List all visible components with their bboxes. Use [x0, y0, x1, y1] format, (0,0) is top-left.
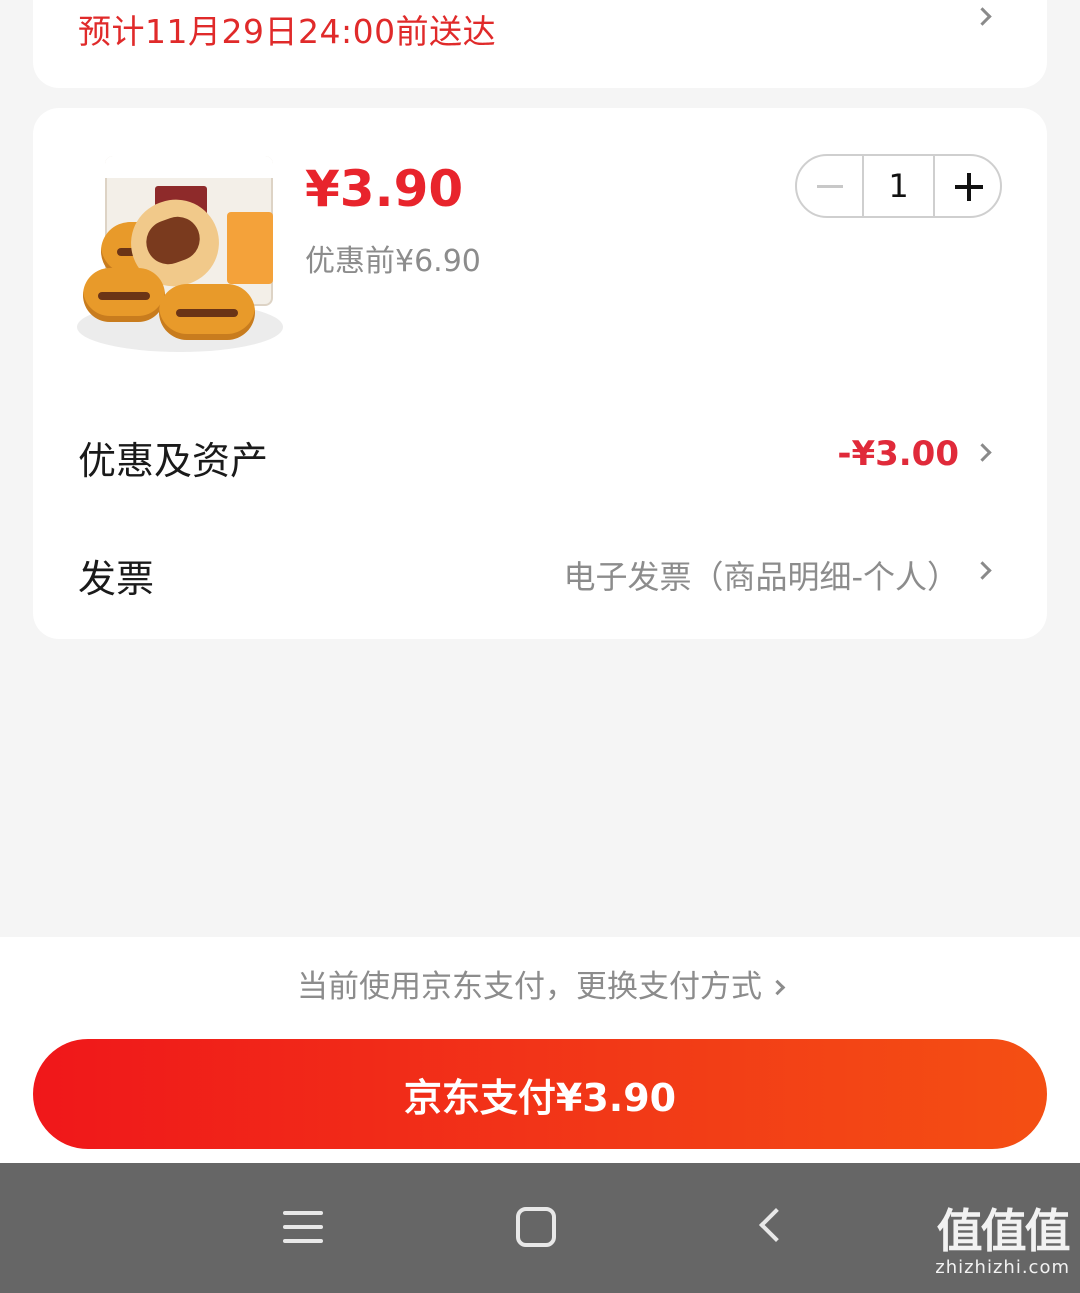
- payment-method-text: 当前使用京东支付，更换支付方式: [297, 969, 762, 1005]
- recent-apps-icon[interactable]: [283, 1209, 323, 1245]
- quantity-value[interactable]: 1: [861, 156, 936, 216]
- watermark-title: 值值值: [936, 1204, 1071, 1258]
- chevron-right-icon: [769, 979, 786, 996]
- watermark: 值值值 zhizhizhi.com: [935, 1205, 1070, 1278]
- plus-icon[interactable]: [935, 156, 1000, 216]
- original-price: 优惠前¥6.90: [305, 244, 481, 279]
- bun: [159, 284, 255, 340]
- package-top: [105, 156, 273, 178]
- back-icon[interactable]: [759, 1208, 793, 1242]
- home-icon[interactable]: [516, 1207, 556, 1247]
- quantity-stepper: 1: [795, 154, 1002, 218]
- invoice-row[interactable]: 发票 电子发票（商品明细-个人）: [33, 530, 1047, 610]
- watermark-url: zhizhizhi.com: [935, 1257, 1070, 1278]
- discount-value: -¥3.00: [837, 434, 959, 474]
- invoice-label: 发票: [78, 557, 155, 601]
- product-card: 千层 ¥3.90 优惠前¥6.90 1 优惠及资产 -¥3.00 发票 电子发票…: [33, 108, 1047, 639]
- chevron-right-icon: [973, 561, 992, 580]
- change-payment-link[interactable]: 当前使用京东支付，更换支付方式: [0, 961, 1080, 1006]
- invoice-value: 电子发票（商品明细-个人）: [563, 558, 959, 596]
- delivery-estimate: 预计11月29日24:00前送达: [78, 12, 497, 51]
- discount-label: 优惠及资产: [78, 439, 269, 483]
- bun: [83, 268, 165, 322]
- package-side: [227, 212, 273, 284]
- chevron-right-icon: [973, 443, 992, 462]
- delivery-card[interactable]: 预计11月29日24:00前送达: [33, 0, 1047, 88]
- chevron-right-icon: [973, 7, 992, 26]
- pay-button[interactable]: 京东支付¥3.90: [33, 1039, 1047, 1149]
- checkout-page: 预计11月29日24:00前送达 千层 ¥3.90 优惠前¥6.90 1 优惠及…: [0, 0, 1080, 1293]
- product-price: ¥3.90: [305, 160, 464, 218]
- minus-icon[interactable]: [797, 156, 862, 216]
- discount-row[interactable]: 优惠及资产 -¥3.00: [33, 412, 1047, 492]
- system-nav-bar: 值值值 zhizhizhi.com: [0, 1163, 1080, 1293]
- payment-footer: 当前使用京东支付，更换支付方式 京东支付¥3.90: [0, 937, 1080, 1163]
- product-image[interactable]: 千层: [77, 152, 283, 358]
